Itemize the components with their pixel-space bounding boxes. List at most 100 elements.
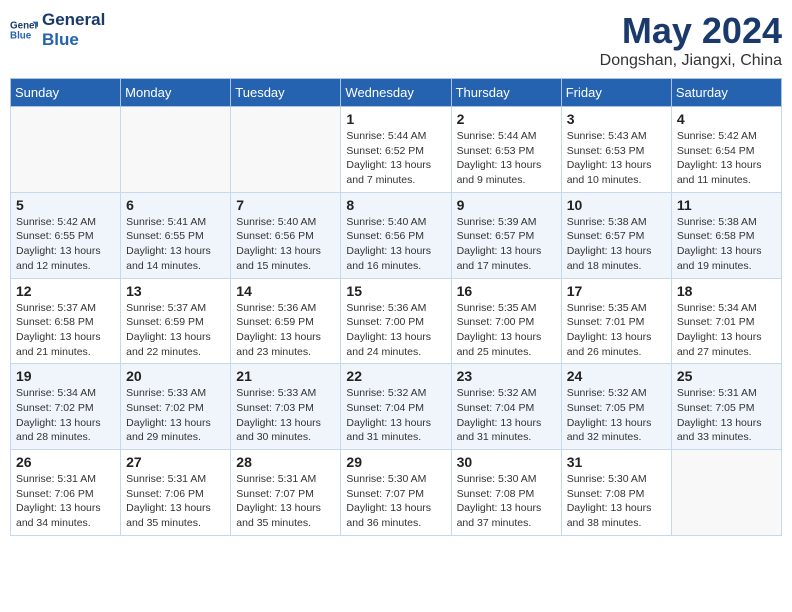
day-info: Sunrise: 5:41 AM Sunset: 6:55 PM Dayligh…	[126, 215, 225, 274]
day-number: 7	[236, 197, 335, 213]
weekday-header-saturday: Saturday	[671, 79, 781, 107]
day-number: 3	[567, 111, 666, 127]
logo-icon: General Blue	[10, 16, 38, 44]
month-year-title: May 2024	[600, 10, 782, 52]
day-info: Sunrise: 5:31 AM Sunset: 7:07 PM Dayligh…	[236, 472, 335, 531]
calendar-cell: 31 Sunrise: 5:30 AM Sunset: 7:08 PM Dayli…	[561, 450, 671, 536]
day-info: Sunrise: 5:42 AM Sunset: 6:55 PM Dayligh…	[16, 215, 115, 274]
week-row-5: 26Sunrise: 5:31 AM Sunset: 7:06 PM Dayli…	[11, 450, 782, 536]
day-number: 18	[677, 283, 776, 299]
day-number: 8	[346, 197, 445, 213]
calendar-cell: 14Sunrise: 5:36 AM Sunset: 6:59 PM Dayli…	[231, 278, 341, 364]
weekday-header-monday: Monday	[121, 79, 231, 107]
calendar-cell: 3 Sunrise: 5:43 AM Sunset: 6:53 PM Daylig…	[561, 107, 671, 193]
day-number: 24	[567, 368, 666, 384]
day-number: 31	[567, 454, 666, 470]
weekday-header-row: SundayMondayTuesdayWednesdayThursdayFrid…	[11, 79, 782, 107]
day-number: 17	[567, 283, 666, 299]
day-number: 15	[346, 283, 445, 299]
day-info: Sunrise: 5:44 AM Sunset: 6:52 PM Dayligh…	[346, 129, 445, 188]
day-info: Sunrise: 5:35 AM Sunset: 7:00 PM Dayligh…	[457, 301, 556, 360]
page-header: General Blue General Blue May 2024 Dongs…	[10, 10, 782, 70]
calendar-table: SundayMondayTuesdayWednesdayThursdayFrid…	[10, 78, 782, 536]
day-info: Sunrise: 5:43 AM Sunset: 6:53 PM Dayligh…	[567, 129, 666, 188]
weekday-header-sunday: Sunday	[11, 79, 121, 107]
day-info: Sunrise: 5:36 AM Sunset: 7:00 PM Dayligh…	[346, 301, 445, 360]
calendar-cell: 21 Sunrise: 5:33 AM Sunset: 7:03 PM Dayli…	[231, 364, 341, 450]
day-info: Sunrise: 5:38 AM Sunset: 6:57 PM Dayligh…	[567, 215, 666, 274]
weekday-header-tuesday: Tuesday	[231, 79, 341, 107]
day-info: Sunrise: 5:34 AM Sunset: 7:01 PM Dayligh…	[677, 301, 776, 360]
day-info: Sunrise: 5:32 AM Sunset: 7:05 PM Dayligh…	[567, 386, 666, 445]
calendar-cell: 1 Sunrise: 5:44 AM Sunset: 6:52 PM Daylig…	[341, 107, 451, 193]
day-number: 28	[236, 454, 335, 470]
calendar-cell: 2Sunrise: 5:44 AM Sunset: 6:53 PM Daylig…	[451, 107, 561, 193]
calendar-cell: 17 Sunrise: 5:35 AM Sunset: 7:01 PM Dayli…	[561, 278, 671, 364]
day-info: Sunrise: 5:30 AM Sunset: 7:07 PM Dayligh…	[346, 472, 445, 531]
logo-text-blue: Blue	[42, 30, 105, 50]
calendar-cell: 22 Sunrise: 5:32 AM Sunset: 7:04 PM Dayli…	[341, 364, 451, 450]
calendar-cell: 16Sunrise: 5:35 AM Sunset: 7:00 PM Dayli…	[451, 278, 561, 364]
day-number: 12	[16, 283, 115, 299]
day-info: Sunrise: 5:38 AM Sunset: 6:58 PM Dayligh…	[677, 215, 776, 274]
calendar-cell: 28 Sunrise: 5:31 AM Sunset: 7:07 PM Dayli…	[231, 450, 341, 536]
day-number: 20	[126, 368, 225, 384]
calendar-cell: 12 Sunrise: 5:37 AM Sunset: 6:58 PM Dayli…	[11, 278, 121, 364]
day-info: Sunrise: 5:44 AM Sunset: 6:53 PM Dayligh…	[457, 129, 556, 188]
day-number: 21	[236, 368, 335, 384]
location-subtitle: Dongshan, Jiangxi, China	[600, 52, 782, 70]
calendar-cell: 10 Sunrise: 5:38 AM Sunset: 6:57 PM Dayli…	[561, 192, 671, 278]
day-info: Sunrise: 5:37 AM Sunset: 6:58 PM Dayligh…	[16, 301, 115, 360]
calendar-cell: 19Sunrise: 5:34 AM Sunset: 7:02 PM Dayli…	[11, 364, 121, 450]
day-info: Sunrise: 5:31 AM Sunset: 7:06 PM Dayligh…	[16, 472, 115, 531]
calendar-cell: 8 Sunrise: 5:40 AM Sunset: 6:56 PM Daylig…	[341, 192, 451, 278]
weekday-header-thursday: Thursday	[451, 79, 561, 107]
calendar-cell: 30 Sunrise: 5:30 AM Sunset: 7:08 PM Dayli…	[451, 450, 561, 536]
day-number: 1	[346, 111, 445, 127]
day-info: Sunrise: 5:30 AM Sunset: 7:08 PM Dayligh…	[567, 472, 666, 531]
day-info: Sunrise: 5:42 AM Sunset: 6:54 PM Dayligh…	[677, 129, 776, 188]
calendar-cell: 24 Sunrise: 5:32 AM Sunset: 7:05 PM Dayli…	[561, 364, 671, 450]
calendar-cell	[11, 107, 121, 193]
svg-text:Blue: Blue	[10, 31, 32, 42]
day-info: Sunrise: 5:30 AM Sunset: 7:08 PM Dayligh…	[457, 472, 556, 531]
calendar-cell: 15 Sunrise: 5:36 AM Sunset: 7:00 PM Dayli…	[341, 278, 451, 364]
calendar-cell: 6Sunrise: 5:41 AM Sunset: 6:55 PM Daylig…	[121, 192, 231, 278]
calendar-cell: 26Sunrise: 5:31 AM Sunset: 7:06 PM Dayli…	[11, 450, 121, 536]
day-number: 23	[457, 368, 556, 384]
day-number: 22	[346, 368, 445, 384]
day-info: Sunrise: 5:34 AM Sunset: 7:02 PM Dayligh…	[16, 386, 115, 445]
calendar-cell: 23 Sunrise: 5:32 AM Sunset: 7:04 PM Dayli…	[451, 364, 561, 450]
day-number: 30	[457, 454, 556, 470]
day-number: 5	[16, 197, 115, 213]
day-info: Sunrise: 5:33 AM Sunset: 7:03 PM Dayligh…	[236, 386, 335, 445]
calendar-cell: 11 Sunrise: 5:38 AM Sunset: 6:58 PM Dayli…	[671, 192, 781, 278]
week-row-3: 12 Sunrise: 5:37 AM Sunset: 6:58 PM Dayli…	[11, 278, 782, 364]
day-number: 13	[126, 283, 225, 299]
calendar-cell	[121, 107, 231, 193]
calendar-cell	[231, 107, 341, 193]
day-number: 4	[677, 111, 776, 127]
day-info: Sunrise: 5:40 AM Sunset: 6:56 PM Dayligh…	[236, 215, 335, 274]
calendar-cell: 4 Sunrise: 5:42 AM Sunset: 6:54 PM Daylig…	[671, 107, 781, 193]
calendar-cell	[671, 450, 781, 536]
day-number: 11	[677, 197, 776, 213]
day-info: Sunrise: 5:32 AM Sunset: 7:04 PM Dayligh…	[346, 386, 445, 445]
calendar-cell: 27Sunrise: 5:31 AM Sunset: 7:06 PM Dayli…	[121, 450, 231, 536]
week-row-4: 19Sunrise: 5:34 AM Sunset: 7:02 PM Dayli…	[11, 364, 782, 450]
day-number: 29	[346, 454, 445, 470]
day-info: Sunrise: 5:35 AM Sunset: 7:01 PM Dayligh…	[567, 301, 666, 360]
day-info: Sunrise: 5:39 AM Sunset: 6:57 PM Dayligh…	[457, 215, 556, 274]
calendar-cell: 13 Sunrise: 5:37 AM Sunset: 6:59 PM Dayli…	[121, 278, 231, 364]
logo-text-general: General	[42, 10, 105, 30]
day-info: Sunrise: 5:40 AM Sunset: 6:56 PM Dayligh…	[346, 215, 445, 274]
calendar-cell: 7 Sunrise: 5:40 AM Sunset: 6:56 PM Daylig…	[231, 192, 341, 278]
day-info: Sunrise: 5:33 AM Sunset: 7:02 PM Dayligh…	[126, 386, 225, 445]
day-info: Sunrise: 5:37 AM Sunset: 6:59 PM Dayligh…	[126, 301, 225, 360]
week-row-1: 1 Sunrise: 5:44 AM Sunset: 6:52 PM Daylig…	[11, 107, 782, 193]
calendar-cell: 29 Sunrise: 5:30 AM Sunset: 7:07 PM Dayli…	[341, 450, 451, 536]
day-number: 9	[457, 197, 556, 213]
weekday-header-wednesday: Wednesday	[341, 79, 451, 107]
day-info: Sunrise: 5:32 AM Sunset: 7:04 PM Dayligh…	[457, 386, 556, 445]
day-number: 10	[567, 197, 666, 213]
